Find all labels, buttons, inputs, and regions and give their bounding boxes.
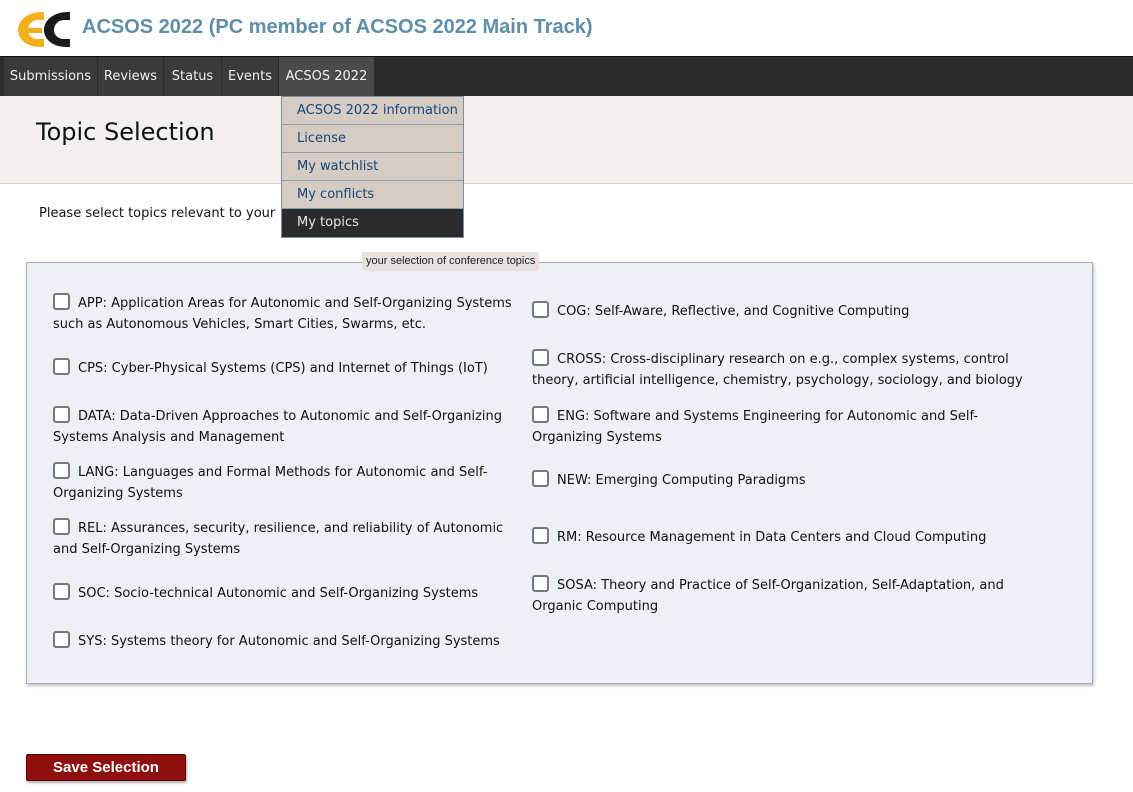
- topic-checkbox-lang[interactable]: [53, 462, 70, 479]
- topic-checkbox-sys[interactable]: [53, 631, 70, 648]
- topic-checkbox-rel[interactable]: [53, 518, 70, 535]
- menu-status[interactable]: Status: [164, 57, 221, 97]
- topic-label: LANG: Languages and Formal Methods for A…: [53, 465, 488, 501]
- topic-sys: SYS: Systems theory for Autonomic and Se…: [53, 631, 533, 652]
- topic-data: DATA: Data-Driven Approaches to Autonomi…: [53, 406, 528, 448]
- menu-acsos-2022[interactable]: ACSOS 2022: [279, 57, 374, 97]
- topic-cross: CROSS: Cross-disciplinary research on e.…: [532, 349, 1042, 391]
- intro-text: Please select topics relevant to your: [39, 206, 276, 221]
- topic-app: APP: Application Areas for Autonomic and…: [53, 293, 523, 335]
- topic-lang: LANG: Languages and Formal Methods for A…: [53, 462, 523, 504]
- dropdown-item-conflicts[interactable]: My conflicts: [282, 181, 463, 209]
- topic-checkbox-eng[interactable]: [532, 406, 549, 423]
- topic-checkbox-cps[interactable]: [53, 358, 70, 375]
- dropdown-item-watchlist[interactable]: My watchlist: [282, 153, 463, 181]
- page-title-band: Topic Selection: [0, 96, 1133, 184]
- page-title: Topic Selection: [36, 118, 215, 146]
- topic-label: DATA: Data-Driven Approaches to Autonomi…: [53, 409, 503, 445]
- topic-label: SOC: Socio-technical Autonomic and Self-…: [78, 586, 479, 601]
- topics-legend: your selection of conference topics: [362, 252, 540, 271]
- topic-rel: REL: Assurances, security, resilience, a…: [53, 518, 528, 560]
- topic-rm: RM: Resource Management in Data Centers …: [532, 527, 1052, 548]
- topic-eng: ENG: Software and Systems Engineering fo…: [532, 406, 1007, 448]
- dropdown-item-information[interactable]: ACSOS 2022 information: [282, 97, 463, 125]
- topic-checkbox-data[interactable]: [53, 406, 70, 423]
- dropdown-item-license[interactable]: License: [282, 125, 463, 153]
- topic-new: NEW: Emerging Computing Paradigms: [532, 470, 1052, 491]
- save-selection-button[interactable]: Save Selection: [26, 754, 186, 781]
- topic-label: CPS: Cyber-Physical Systems (CPS) and In…: [78, 361, 488, 376]
- topic-label: SOSA: Theory and Practice of Self-Organi…: [532, 578, 1004, 614]
- menu-reviews[interactable]: Reviews: [98, 57, 163, 97]
- topic-label: NEW: Emerging Computing Paradigms: [557, 473, 806, 488]
- topic-checkbox-soc[interactable]: [53, 583, 70, 600]
- topic-checkbox-new[interactable]: [532, 470, 549, 487]
- topic-label: RM: Resource Management in Data Centers …: [557, 530, 987, 545]
- menu-events[interactable]: Events: [222, 57, 278, 97]
- topic-label: COG: Self-Aware, Reflective, and Cogniti…: [557, 304, 910, 319]
- topic-label: APP: Application Areas for Autonomic and…: [53, 296, 512, 332]
- topic-checkbox-cog[interactable]: [532, 301, 549, 318]
- topic-checkbox-rm[interactable]: [532, 527, 549, 544]
- main-menu-bar: Submissions Reviews Status Events ACSOS …: [0, 56, 1133, 97]
- topic-label: ENG: Software and Systems Engineering fo…: [532, 409, 979, 445]
- conference-title: ACSOS 2022 (PC member of ACSOS 2022 Main…: [82, 16, 593, 38]
- topic-checkbox-cross[interactable]: [532, 349, 549, 366]
- topic-sosa: SOSA: Theory and Practice of Self-Organi…: [532, 575, 1032, 617]
- topic-cps: CPS: Cyber-Physical Systems (CPS) and In…: [53, 358, 523, 379]
- topic-soc: SOC: Socio-technical Autonomic and Self-…: [53, 583, 528, 604]
- easychair-logo-icon[interactable]: [16, 10, 72, 48]
- topic-checkbox-sosa[interactable]: [532, 575, 549, 592]
- topic-label: CROSS: Cross-disciplinary research on e.…: [532, 352, 1023, 388]
- acsos-dropdown-menu: ACSOS 2022 information License My watchl…: [281, 96, 464, 238]
- menu-submissions[interactable]: Submissions: [4, 57, 97, 97]
- topics-fieldset: APP: Application Areas for Autonomic and…: [26, 262, 1093, 684]
- topic-cog: COG: Self-Aware, Reflective, and Cogniti…: [532, 301, 1052, 322]
- topic-label: SYS: Systems theory for Autonomic and Se…: [78, 634, 500, 649]
- topic-label: REL: Assurances, security, resilience, a…: [53, 521, 504, 557]
- topic-checkbox-app[interactable]: [53, 293, 70, 310]
- dropdown-item-my-topics[interactable]: My topics: [282, 209, 463, 237]
